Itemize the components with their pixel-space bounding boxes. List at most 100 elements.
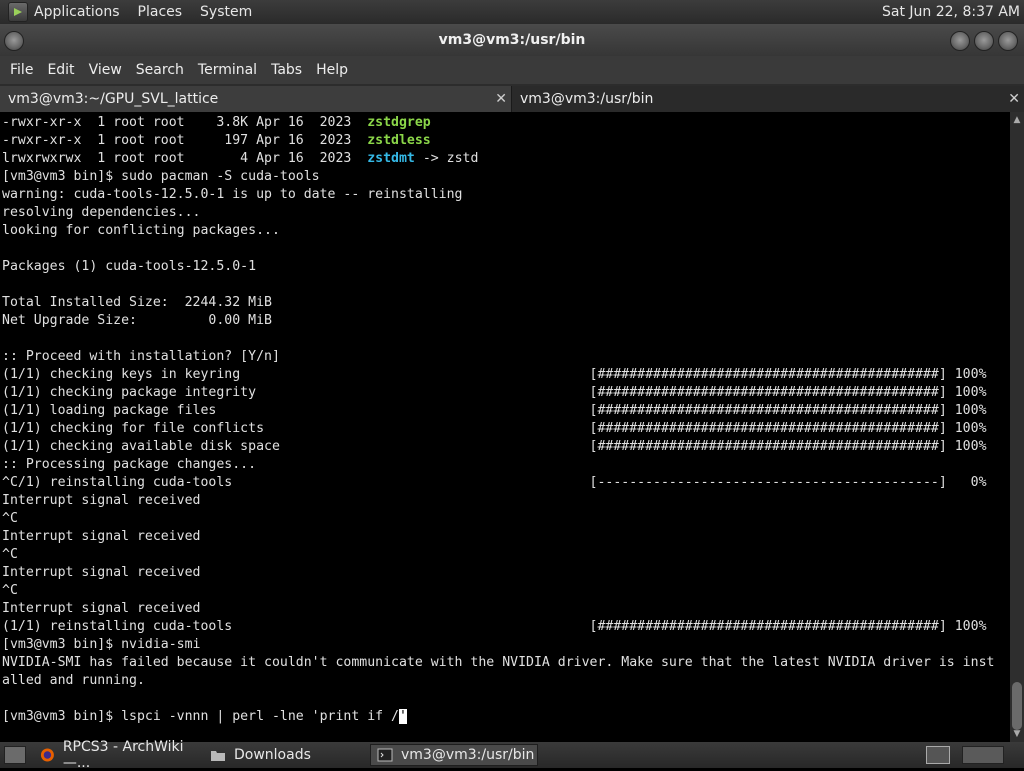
terminal-text: warning: cuda-tools-12.5.0-1 is up to da… [2, 187, 463, 202]
scrollbar-thumb[interactable] [1012, 682, 1022, 730]
terminal-line: -rwxr-xr-x 1 root root 197 Apr 16 2023 z… [2, 132, 994, 150]
system-menu[interactable]: System [200, 4, 252, 20]
terminal-line: (1/1) loading package files [###########… [2, 402, 994, 420]
taskbar-item-rpcs3[interactable]: RPCS3 - ArchWiki —... [34, 739, 204, 771]
applications-icon[interactable] [8, 2, 28, 22]
workspace-switcher[interactable] [962, 746, 1004, 764]
window-title: vm3@vm3:/usr/bin [438, 32, 586, 48]
show-desktop-button[interactable] [4, 746, 26, 764]
menu-help[interactable]: Help [316, 62, 348, 78]
terminal-text: resolving dependencies... [2, 205, 201, 220]
menu-edit[interactable]: Edit [47, 62, 74, 78]
terminal-text: Interrupt signal received [2, 493, 201, 508]
terminal-output: -rwxr-xr-x 1 root root 3.8K Apr 16 2023 … [2, 114, 994, 726]
terminal-text: ^C [2, 583, 18, 598]
terminal-area[interactable]: -rwxr-xr-x 1 root root 3.8K Apr 16 2023 … [0, 112, 1010, 742]
terminal-text: :: Processing package changes... [2, 457, 257, 472]
terminal-text: (1/1) checking package integrity [######… [2, 385, 987, 400]
terminal-line: ^C [2, 546, 994, 564]
terminal-line: :: Processing package changes... [2, 456, 994, 474]
applications-menu[interactable]: Applications [34, 4, 120, 20]
terminal-text: Interrupt signal received [2, 601, 201, 616]
folder-icon [211, 751, 225, 761]
menu-file[interactable]: File [10, 62, 33, 78]
close-button[interactable] [998, 31, 1018, 51]
terminal-text: (1/1) loading package files [###########… [2, 403, 987, 418]
menu-view[interactable]: View [89, 62, 122, 78]
taskbar-label: Downloads [234, 747, 311, 763]
terminal-line: [vm3@vm3 bin]$ sudo pacman -S cuda-tools [2, 168, 994, 186]
terminal-line: lrwxrwxrwx 1 root root 4 Apr 16 2023 zst… [2, 150, 994, 168]
places-menu[interactable]: Places [138, 4, 183, 20]
terminal-text: Interrupt signal received [2, 565, 201, 580]
terminal-text: (1/1) reinstalling cuda-tools [#########… [2, 619, 987, 634]
workspace-switcher-icon[interactable] [926, 746, 950, 764]
terminal-line: -rwxr-xr-x 1 root root 3.8K Apr 16 2023 … [2, 114, 994, 132]
terminal-line: Total Installed Size: 2244.32 MiB [2, 294, 994, 312]
terminal-line: (1/1) reinstalling cuda-tools [#########… [2, 618, 994, 636]
terminal-text: ^C/1) reinstalling cuda-tools [---------… [2, 475, 987, 490]
terminal-text: [vm3@vm3 bin]$ nvidia-smi [2, 637, 201, 652]
taskbar-item-terminal[interactable]: vm3@vm3:/usr/bin [370, 744, 538, 766]
terminal-text: (1/1) checking keys in keyring [########… [2, 367, 987, 382]
terminal-text: (1/1) checking for file conflicts [#####… [2, 421, 987, 436]
terminal-text: (1/1) checking available disk space [###… [2, 439, 987, 454]
menu-search[interactable]: Search [136, 62, 184, 78]
terminal-line: looking for conflicting packages... [2, 222, 994, 240]
terminal-text: zstdgrep [367, 115, 431, 130]
terminal-text: ^C [2, 547, 18, 562]
taskbar-item-downloads[interactable]: Downloads [204, 744, 364, 766]
clock[interactable]: Sat Jun 22, 8:37 AM [882, 4, 1020, 20]
terminal-text: Packages (1) cuda-tools-12.5.0-1 [2, 259, 257, 274]
terminal-text: -rwxr-xr-x 1 root root 197 Apr 16 2023 [2, 133, 368, 148]
terminal-text: Net Upgrade Size: 0.00 MiB [2, 313, 272, 328]
terminal-line: ^C/1) reinstalling cuda-tools [---------… [2, 474, 994, 492]
terminal-line: Interrupt signal received [2, 492, 994, 510]
terminal-text: Interrupt signal received [2, 529, 201, 544]
terminal-text: lrwxrwxrwx 1 root root 4 Apr 16 2023 [2, 151, 368, 166]
terminal-line: (1/1) checking available disk space [###… [2, 438, 994, 456]
text-cursor: ' [398, 709, 407, 724]
terminal-text: Total Installed Size: 2244.32 MiB [2, 295, 272, 310]
terminal-line: warning: cuda-tools-12.5.0-1 is up to da… [2, 186, 994, 204]
scroll-up-icon[interactable]: ▲ [1012, 115, 1022, 125]
terminal-line: alled and running. [2, 672, 994, 690]
close-tab-icon[interactable]: ✕ [495, 91, 507, 107]
terminal-line: Interrupt signal received [2, 600, 994, 618]
terminal-text: zstdless [367, 133, 431, 148]
terminal-line: [vm3@vm3 bin]$ lspci -vnnn | perl -lne '… [2, 708, 994, 726]
close-tab-icon[interactable]: ✕ [1008, 91, 1020, 107]
terminal-text: zstdmt [367, 151, 415, 166]
terminal-text: ^C [2, 511, 18, 526]
maximize-button[interactable] [974, 31, 994, 51]
taskbar-label: vm3@vm3:/usr/bin [401, 747, 535, 763]
terminal-scrollbar[interactable]: ▲ ▼ [1010, 112, 1024, 742]
terminal-text: -rwxr-xr-x 1 root root 3.8K Apr 16 2023 [2, 115, 368, 130]
terminal-line: :: Proceed with installation? [Y/n] [2, 348, 994, 366]
taskbar-label: RPCS3 - ArchWiki —... [62, 739, 184, 771]
terminal-line: (1/1) checking keys in keyring [########… [2, 366, 994, 384]
scroll-down-icon[interactable]: ▼ [1012, 729, 1022, 739]
menu-terminal[interactable]: Terminal [198, 62, 257, 78]
menu-tabs[interactable]: Tabs [271, 62, 302, 78]
minimize-button[interactable] [950, 31, 970, 51]
terminal-text: :: Proceed with installation? [Y/n] [2, 349, 280, 364]
terminal-line: (1/1) checking package integrity [######… [2, 384, 994, 402]
terminal-line: Interrupt signal received [2, 528, 994, 546]
terminal-line: resolving dependencies... [2, 204, 994, 222]
window-titlebar[interactable]: vm3@vm3:/usr/bin [0, 24, 1024, 56]
terminal-line: Net Upgrade Size: 0.00 MiB [2, 312, 994, 330]
terminal-text: alled and running. [2, 673, 145, 688]
bottom-panel: RPCS3 - ArchWiki —... Downloads vm3@vm3:… [0, 739, 1024, 771]
tab-usr-bin[interactable]: vm3@vm3:/usr/bin ✕ [512, 86, 1024, 112]
terminal-text: -> zstd [414, 151, 479, 166]
tab-label: vm3@vm3:/usr/bin [520, 91, 654, 107]
tab-label: vm3@vm3:~/GPU_SVL_lattice [8, 91, 219, 107]
top-panel: Applications Places System Sat Jun 22, 8… [0, 0, 1024, 24]
tab-gpu-svl-lattice[interactable]: vm3@vm3:~/GPU_SVL_lattice ✕ [0, 86, 512, 112]
terminal-line: ^C [2, 582, 994, 600]
terminal-text: [vm3@vm3 bin]$ lspci -vnnn | perl -lne '… [2, 709, 399, 724]
